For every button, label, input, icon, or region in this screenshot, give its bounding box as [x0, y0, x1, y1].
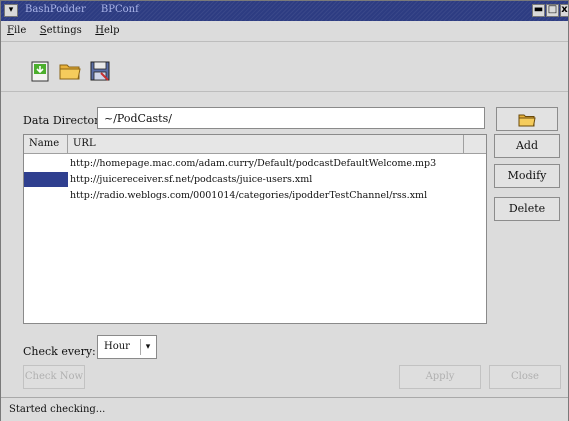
menu-file-mnemonic: F: [7, 25, 14, 36]
row-name-cell: [24, 188, 68, 203]
menu-settings[interactable]: Settings: [40, 25, 82, 36]
toolbar-divider-top: [1, 41, 568, 42]
modify-button[interactable]: Modify: [494, 164, 560, 188]
column-header-filler: [464, 135, 486, 153]
menu-file-rest: ile: [13, 25, 27, 36]
table-header: Name URL: [24, 135, 486, 154]
check-every-label: Check every:: [23, 345, 96, 358]
delete-button[interactable]: Delete: [494, 197, 560, 221]
new-file-icon[interactable]: [28, 59, 52, 83]
add-button[interactable]: Add: [494, 134, 560, 158]
status-text: Started checking...: [9, 404, 106, 415]
check-every-select[interactable]: Hour ▾: [97, 335, 157, 359]
folder-icon: [518, 114, 536, 131]
status-bar: Started checking...: [1, 397, 568, 421]
apply-button[interactable]: Apply: [399, 365, 481, 389]
row-url-cell: http://juicereceiver.sf.net/podcasts/jui…: [70, 174, 313, 185]
main-window: ▾ BashPodder BPConf ▬ □ x File Settings …: [0, 0, 569, 421]
open-folder-icon[interactable]: [58, 59, 82, 83]
check-every-value: Hour: [104, 341, 130, 352]
window-menu-icon[interactable]: ▾: [4, 4, 18, 17]
close-button[interactable]: Close: [489, 365, 561, 389]
title-bar[interactable]: ▾ BashPodder BPConf ▬ □ x: [1, 1, 568, 21]
menu-settings-mnemonic: S: [39, 25, 47, 36]
menu-file[interactable]: File: [7, 25, 26, 36]
data-directory-input[interactable]: [97, 107, 485, 129]
row-url-cell: http://radio.weblogs.com/0001014/categor…: [70, 190, 428, 201]
toolbar-divider-bottom: [1, 91, 568, 92]
menu-bar: File Settings Help: [7, 23, 130, 39]
feed-table[interactable]: Name URL http://homepage.mac.com/adam.cu…: [23, 134, 487, 324]
table-row[interactable]: http://homepage.mac.com/adam.curry/Defau…: [24, 156, 486, 171]
menu-help-rest: elp: [104, 25, 120, 36]
dropdown-arrow-icon[interactable]: ▾: [140, 339, 155, 355]
menu-settings-rest: ettings: [46, 25, 82, 36]
window-title: BashPodder BPConf: [25, 4, 139, 15]
save-icon[interactable]: [88, 59, 112, 83]
menu-help-mnemonic: H: [95, 25, 105, 36]
menu-help[interactable]: Help: [95, 25, 119, 36]
table-row[interactable]: http://radio.weblogs.com/0001014/categor…: [24, 188, 486, 203]
table-row-selected[interactable]: http://juicereceiver.sf.net/podcasts/jui…: [24, 172, 486, 187]
row-name-cell: [24, 156, 68, 171]
column-header-url[interactable]: URL: [68, 135, 464, 153]
close-window-button[interactable]: x: [560, 4, 568, 17]
row-name-cell: [24, 172, 68, 187]
minimize-button[interactable]: ▬: [532, 4, 545, 17]
window-subtitle-text: BPConf: [100, 4, 139, 15]
window-title-text: BashPodder: [25, 4, 86, 15]
maximize-button[interactable]: □: [546, 4, 559, 17]
column-header-name[interactable]: Name: [24, 135, 68, 153]
row-url-cell: http://homepage.mac.com/adam.curry/Defau…: [70, 158, 437, 169]
check-now-button[interactable]: Check Now: [23, 365, 85, 389]
browse-directory-button[interactable]: [496, 107, 558, 131]
